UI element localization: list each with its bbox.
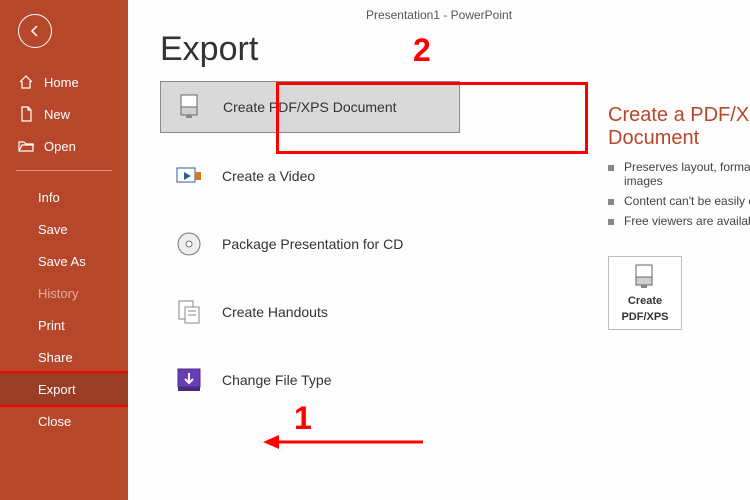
sidebar-item-label: Export bbox=[38, 382, 76, 397]
create-pdf-xps-button[interactable]: Create PDF/XPS bbox=[608, 256, 682, 330]
sidebar-item-label: Save As bbox=[38, 254, 86, 269]
option-label: Create PDF/XPS Document bbox=[223, 99, 397, 115]
backstage-sidebar: Home New Open Info Save Save As History bbox=[0, 0, 128, 500]
option-create-handouts[interactable]: Create Handouts bbox=[160, 287, 460, 337]
sidebar-item-share[interactable]: Share bbox=[0, 341, 128, 373]
sidebar-item-export[interactable]: Export bbox=[0, 373, 128, 405]
pdf-document-icon bbox=[631, 263, 659, 291]
details-bullet: Free viewers are available on the web bbox=[608, 214, 750, 228]
export-options-list: Create PDF/XPS Document Create a Video bbox=[160, 81, 460, 405]
sidebar-item-home[interactable]: Home bbox=[0, 66, 128, 98]
option-label: Create Handouts bbox=[222, 304, 328, 320]
option-label: Create a Video bbox=[222, 168, 315, 184]
option-label: Change File Type bbox=[222, 372, 331, 388]
main-panel: Presentation1 - PowerPoint Export Create… bbox=[128, 0, 750, 500]
sidebar-item-label: Info bbox=[38, 190, 60, 205]
details-bullet: Content can't be easily changed bbox=[608, 194, 750, 208]
option-create-video[interactable]: Create a Video bbox=[160, 151, 460, 201]
sidebar-item-label: Close bbox=[38, 414, 71, 429]
sidebar-item-label: Open bbox=[44, 139, 76, 154]
sidebar-item-label: History bbox=[38, 286, 78, 301]
sidebar-item-close[interactable]: Close bbox=[0, 405, 128, 437]
details-bullet: Preserves layout, formatting, fonts, and… bbox=[608, 160, 750, 188]
option-label: Package Presentation for CD bbox=[222, 236, 403, 252]
handouts-icon bbox=[174, 297, 204, 327]
sidebar-item-label: New bbox=[44, 107, 70, 122]
home-icon bbox=[18, 74, 34, 90]
sidebar-item-label: Save bbox=[38, 222, 68, 237]
change-file-type-icon bbox=[174, 365, 204, 395]
annotation-step-2: 2 bbox=[413, 32, 431, 69]
cd-icon bbox=[174, 229, 204, 259]
sidebar-item-save[interactable]: Save bbox=[0, 213, 128, 245]
page-title: Export bbox=[160, 30, 750, 69]
sidebar-item-label: Home bbox=[44, 75, 79, 90]
new-file-icon bbox=[18, 106, 34, 122]
sidebar-item-new[interactable]: New bbox=[0, 98, 128, 130]
button-label-line2: PDF/XPS bbox=[621, 311, 668, 323]
option-change-file-type[interactable]: Change File Type bbox=[160, 355, 460, 405]
back-arrow-icon bbox=[27, 23, 43, 39]
sidebar-item-print[interactable]: Print bbox=[0, 309, 128, 341]
pdf-document-icon bbox=[175, 92, 205, 122]
back-button[interactable] bbox=[18, 14, 52, 48]
details-title: Create a PDF/XPS Document bbox=[608, 104, 750, 150]
sidebar-separator bbox=[16, 170, 112, 171]
option-package-cd[interactable]: Package Presentation for CD bbox=[160, 219, 460, 269]
button-label-line1: Create bbox=[628, 295, 662, 307]
details-panel: Create a PDF/XPS Document Preserves layo… bbox=[608, 104, 750, 330]
option-create-pdf-xps[interactable]: Create PDF/XPS Document bbox=[160, 81, 460, 133]
sidebar-item-save-as[interactable]: Save As bbox=[0, 245, 128, 277]
sidebar-item-info[interactable]: Info bbox=[0, 181, 128, 213]
sidebar-item-open[interactable]: Open bbox=[0, 130, 128, 162]
open-folder-icon bbox=[18, 138, 34, 154]
annotation-arrow-icon bbox=[263, 432, 423, 452]
sidebar-item-label: Share bbox=[38, 350, 73, 365]
video-icon bbox=[174, 161, 204, 191]
window-title: Presentation1 - PowerPoint bbox=[366, 8, 512, 22]
sidebar-item-history[interactable]: History bbox=[0, 277, 128, 309]
sidebar-item-label: Print bbox=[38, 318, 65, 333]
